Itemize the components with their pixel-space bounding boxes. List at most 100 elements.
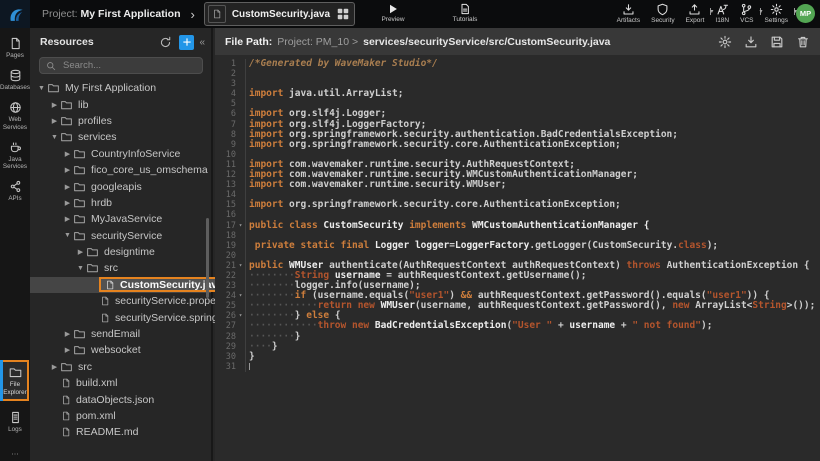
tree-item-websocket[interactable]: ▶websocket <box>30 342 211 358</box>
tree-item-src[interactable]: ▶src <box>30 359 211 375</box>
chevron-right-icon[interactable]: ▶ <box>75 248 86 256</box>
folder-icon <box>73 328 86 340</box>
code-line[interactable]: 30} <box>215 352 820 362</box>
chevron-down-icon[interactable]: ▼ <box>36 85 47 92</box>
grid-icon[interactable] <box>336 7 350 21</box>
tree-item-profiles[interactable]: ▶profiles <box>30 113 211 129</box>
code-line[interactable]: 31 <box>215 362 820 372</box>
tree-item-lib[interactable]: ▶lib <box>30 96 211 112</box>
chevron-right-icon: › <box>190 7 194 22</box>
delete-button[interactable] <box>796 35 810 49</box>
code-line[interactable]: 15import org.springframework.security.co… <box>215 200 820 210</box>
chevron-right-icon[interactable]: ▶ <box>49 363 60 371</box>
tree-item-services[interactable]: ▼services <box>30 129 211 145</box>
topbar-item-i18n[interactable]: I18N <box>715 3 729 24</box>
chevron-down-icon[interactable]: ▼ <box>49 134 60 141</box>
code-line[interactable]: 17▾public class CustomSecurity implement… <box>215 221 820 231</box>
tree-item-hrdb[interactable]: ▶hrdb <box>30 195 211 211</box>
chevron-down-icon[interactable]: ▼ <box>62 232 73 239</box>
fold-gutter <box>236 332 245 342</box>
code-line[interactable]: 19 private static final Logger logger=Lo… <box>215 241 820 251</box>
tree-item-fico-core-us-omschema[interactable]: ▶fico_core_us_omschema <box>30 162 211 178</box>
fold-arrow-icon[interactable]: ▾ <box>236 291 245 301</box>
tree-item-build-xml[interactable]: build.xml <box>30 375 211 391</box>
topbar-item-artifacts[interactable]: Artifacts <box>617 3 640 24</box>
chevron-down-icon: ▾ <box>760 8 761 15</box>
wavemaker-logo-icon[interactable] <box>0 0 30 28</box>
fold-arrow-icon[interactable]: ▾ <box>236 311 245 321</box>
code-line[interactable]: 27············throw new BadCredentialsEx… <box>215 321 820 331</box>
user-avatar[interactable]: MP <box>796 4 815 23</box>
tree-item-myjavaservice[interactable]: ▶MyJavaService <box>30 211 211 227</box>
sidebar-item-pages[interactable]: Pages <box>0 37 30 59</box>
tree-item-countryinfoservice[interactable]: ▶CountryInfoService <box>30 146 211 162</box>
tree-item-customsecurity-java[interactable]: CustomSecurity.java <box>30 277 211 293</box>
top-bar: Project: My First Application › CustomSe… <box>0 0 820 28</box>
chevron-right-icon[interactable]: ▶ <box>62 346 73 354</box>
code-line[interactable]: 9import org.springframework.security.cor… <box>215 140 820 150</box>
chevron-right-icon[interactable]: ▶ <box>62 183 73 191</box>
code-text <box>245 69 820 79</box>
preview-button[interactable]: Preview <box>371 3 415 23</box>
tree-item-dataobjects-json[interactable]: dataObjects.json <box>30 391 211 407</box>
tree-item-securityservice-spring-xml[interactable]: securityService.spring.xml <box>30 309 211 325</box>
sidebar-item-label: Databases <box>0 84 30 91</box>
translate-icon <box>716 3 729 16</box>
chevron-right-icon[interactable]: ▶ <box>62 166 73 174</box>
sidebar-item-apis[interactable]: APIs <box>0 180 30 202</box>
folder-icon <box>86 246 99 258</box>
globe-icon <box>9 101 22 114</box>
ellipsis-icon[interactable] <box>8 445 22 453</box>
tree-scrollbar[interactable] <box>206 218 209 298</box>
line-number: 21 <box>215 261 236 271</box>
tree-item-readme-md[interactable]: README.md <box>30 424 211 440</box>
search-input[interactable] <box>61 59 196 72</box>
code-line[interactable]: 2 <box>215 69 820 79</box>
chevron-right-icon[interactable]: ▶ <box>62 150 73 158</box>
add-resource-button[interactable] <box>179 35 194 50</box>
topbar-item-security[interactable]: Security <box>651 3 674 24</box>
chevron-right-icon[interactable]: ▶ <box>62 215 73 223</box>
chevron-right-icon[interactable]: ▶ <box>49 117 60 125</box>
tree-item-sendemail[interactable]: ▶sendEmail <box>30 326 211 342</box>
code-line[interactable]: 29····} <box>215 342 820 352</box>
line-number: 22 <box>215 271 236 281</box>
code-line[interactable]: 13import com.wavemaker.runtime.security.… <box>215 180 820 190</box>
collapse-panel-icon[interactable]: « <box>199 37 205 48</box>
breadcrumb[interactable]: Project: My First Application <box>42 8 180 20</box>
chevron-down-icon[interactable]: ▼ <box>75 265 86 272</box>
sidebar-item-java-services[interactable]: Java Services <box>0 141 30 170</box>
sidebar-item-databases[interactable]: Databases <box>0 69 30 91</box>
code-line[interactable]: 28········} <box>215 332 820 342</box>
fold-arrow-icon[interactable]: ▾ <box>236 261 245 271</box>
settings-button[interactable] <box>718 35 732 49</box>
chevron-right-icon[interactable]: ▶ <box>62 199 73 207</box>
topbar-item-export[interactable]: Export▾ <box>686 3 705 24</box>
code-line[interactable]: 1/*Generated by WaveMaker Studio*/ <box>215 59 820 69</box>
chevron-right-icon[interactable]: ▶ <box>49 101 60 109</box>
file-path-value: services/securityService/src/CustomSecur… <box>363 36 610 48</box>
open-file-tab[interactable]: CustomSecurity.java <box>204 2 355 26</box>
sidebar-item-web-services[interactable]: Web Services <box>0 101 30 130</box>
tree-item-my-first-application[interactable]: ▼My First Application <box>30 80 211 96</box>
topbar-item-vcs[interactable]: VCS▾ <box>740 3 753 24</box>
sidebar-item-file-explorer[interactable]: File Explorer <box>1 360 29 400</box>
download-button[interactable] <box>744 35 758 49</box>
tree-item-src[interactable]: ▼src <box>30 260 211 276</box>
tree-item-pom-xml[interactable]: pom.xml <box>30 408 211 424</box>
tree-item-securityservice[interactable]: ▼securityService <box>30 228 211 244</box>
tree-item-designtime[interactable]: ▶designtime <box>30 244 211 260</box>
tree-item-securityservice-properties[interactable]: securityService.properties <box>30 293 211 309</box>
resource-search[interactable] <box>39 57 203 74</box>
refresh-icon[interactable] <box>159 36 172 49</box>
sidebar-item-logs[interactable]: Logs <box>0 411 30 433</box>
save-button[interactable] <box>770 35 784 49</box>
code-line[interactable]: 4import java.util.ArrayList; <box>215 89 820 99</box>
tree-item-googleapis[interactable]: ▶googleapis <box>30 178 211 194</box>
tutorials-button[interactable]: Tutorials <box>443 3 487 23</box>
fold-arrow-icon[interactable]: ▾ <box>236 221 245 231</box>
activity-bar: Pages Databases Web Services Java Services A… <box>0 28 30 461</box>
chevron-right-icon[interactable]: ▶ <box>62 330 73 338</box>
code-editor[interactable]: 1/*Generated by WaveMaker Studio*/234imp… <box>215 55 820 372</box>
topbar-item-settings[interactable]: Settings▾ <box>765 3 789 24</box>
